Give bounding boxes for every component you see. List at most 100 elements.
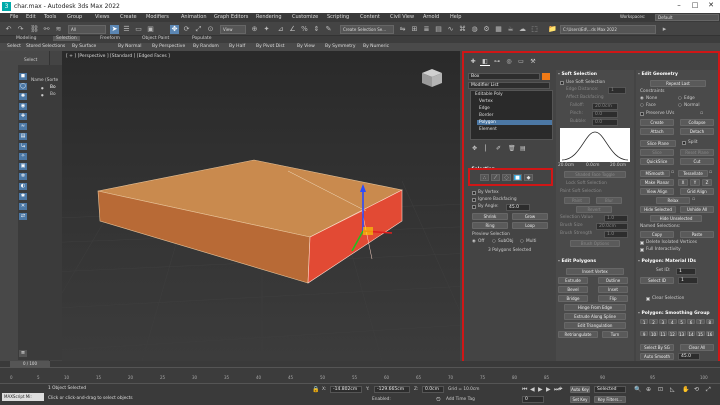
select-object-icon[interactable]: ➤ xyxy=(110,25,119,34)
tab-freeform[interactable]: Freeform xyxy=(100,36,120,41)
scene-item-box[interactable]: Bo xyxy=(50,85,56,90)
z-coordinate-field[interactable]: 0.0cm xyxy=(422,386,444,393)
layer-explorer-icon[interactable]: ≣ xyxy=(422,25,431,34)
preview-off-radio[interactable]: ◉ xyxy=(472,239,476,244)
stack-item-editable-poly[interactable]: Editable Poly xyxy=(475,92,503,97)
menu-file[interactable]: File xyxy=(10,14,18,20)
menu-views[interactable]: Views xyxy=(95,14,109,20)
material-ids-header[interactable]: Polygon: Material IDs xyxy=(636,258,718,265)
create-tab-icon[interactable]: ✚ xyxy=(468,58,478,66)
place-icon[interactable]: ⊙ xyxy=(206,25,215,34)
menu-group[interactable]: Group xyxy=(67,14,82,20)
display-spacewarps-icon[interactable]: ≈ xyxy=(19,123,27,130)
hide-selected-button[interactable]: Hide Selected xyxy=(640,206,676,213)
ribbon-by-surface[interactable]: By Surface xyxy=(72,44,96,49)
delete-isolated-checkbox[interactable] xyxy=(640,241,644,245)
tab-populate[interactable]: Populate xyxy=(192,36,212,41)
display-helpers-icon[interactable]: ✚ xyxy=(19,113,27,120)
perspective-viewport[interactable] xyxy=(62,51,460,361)
display-bones-icon[interactable]: ✧ xyxy=(19,153,27,160)
ring-button[interactable]: Ring xyxy=(472,222,508,229)
remove-modifier-icon[interactable]: 🗑 xyxy=(508,145,516,152)
play-icon[interactable]: ▶ xyxy=(538,386,543,393)
shrink-button[interactable]: Shrink xyxy=(472,213,508,220)
bind-space-warp-icon[interactable]: ≋ xyxy=(54,25,63,34)
select-id-spinner[interactable]: 1 xyxy=(678,277,698,284)
smoothing-group-8-button[interactable]: 8 xyxy=(705,319,714,325)
auto-smooth-spinner[interactable]: 45.0 xyxy=(678,353,700,360)
ribbon-by-symmetry[interactable]: By Symmetry xyxy=(325,44,356,49)
stack-item-border[interactable]: Border xyxy=(479,113,493,118)
constraint-normal-radio[interactable]: ○ xyxy=(678,103,682,108)
set-key-button[interactable]: Set Key xyxy=(570,396,590,403)
bridge-button[interactable]: Bridge xyxy=(558,295,588,302)
menu-animation[interactable]: Animation xyxy=(181,14,207,20)
ribbon-stored-selections[interactable]: Stored Selections xyxy=(26,44,65,49)
use-soft-selection-checkbox[interactable] xyxy=(560,81,564,85)
workspaces-dropdown[interactable]: Default xyxy=(655,14,719,21)
reset-plane-button[interactable]: Reset Plane xyxy=(680,149,714,156)
outline-button[interactable]: Outline xyxy=(598,277,628,284)
render-cloud-icon[interactable]: ☁ xyxy=(518,25,527,34)
smoothing-group-header[interactable]: Polygon: Smoothing Group xyxy=(636,310,718,317)
pin-stack-icon[interactable]: ✥ xyxy=(472,145,477,152)
smoothing-group-7-button[interactable]: 7 xyxy=(696,319,705,325)
stack-item-element[interactable]: Element xyxy=(479,127,497,132)
hierarchy-tab-icon[interactable]: ⊶ xyxy=(492,58,502,66)
attach-button[interactable]: Attach xyxy=(640,128,674,135)
ribbon-by-numeric[interactable]: By Numeric xyxy=(363,44,389,49)
ribbon-by-normal[interactable]: By Normal xyxy=(118,44,141,49)
maxscript-listener[interactable]: MAXScript Mi: xyxy=(2,393,44,401)
visibility-icon[interactable]: ● xyxy=(41,86,44,90)
object-name-field[interactable]: Box xyxy=(468,73,540,80)
grow-button[interactable]: Grow xyxy=(512,213,548,220)
zoom-icon[interactable]: 🔍 xyxy=(634,386,641,393)
flip-button[interactable]: Flip xyxy=(598,295,628,302)
menu-create[interactable]: Create xyxy=(120,14,137,20)
x-coordinate-field[interactable]: -14.802cm xyxy=(330,386,362,393)
lock-selection-icon[interactable]: 🔒 xyxy=(312,386,319,393)
add-time-tag-label[interactable]: Add Time Tag xyxy=(446,397,475,402)
snaps-toggle-icon[interactable]: ⊿ xyxy=(276,25,285,34)
planar-x-button[interactable]: X xyxy=(678,179,688,186)
orbit-icon[interactable]: ⟲ xyxy=(694,386,699,393)
menu-modifiers[interactable]: Modifiers xyxy=(146,14,169,20)
tab-selection[interactable]: Selection xyxy=(53,36,80,41)
split-checkbox[interactable] xyxy=(682,141,686,145)
view-align-button[interactable]: View Align xyxy=(640,188,674,195)
preserve-uvs-settings-icon[interactable]: ▫ xyxy=(700,111,703,116)
show-end-result-icon[interactable]: ⎮ xyxy=(484,145,487,152)
hinge-from-edge-button[interactable]: Hinge From Edge xyxy=(564,304,626,311)
display-lights-icon[interactable]: ✺ xyxy=(19,93,27,100)
link-icon[interactable]: ⛓ xyxy=(30,25,39,34)
falloff-spinner[interactable]: 20.0cm xyxy=(592,103,618,110)
undo-icon[interactable]: ↶ xyxy=(4,25,13,34)
msmooth-settings-icon[interactable]: ▫ xyxy=(671,170,674,175)
inset-button[interactable]: Inset xyxy=(598,286,628,293)
make-planar-button[interactable]: Make Planar xyxy=(640,179,674,186)
project-path-dropdown[interactable]: C:\Users\Ed\...ds Max 2022 xyxy=(560,25,656,34)
extrude-button[interactable]: Extrude xyxy=(558,277,588,284)
msmooth-button[interactable]: MSmooth xyxy=(640,170,670,177)
curve-editor-icon[interactable]: ∿ xyxy=(446,25,455,34)
menu-arnold[interactable]: Arnold xyxy=(423,14,439,20)
stack-item-vertex[interactable]: Vertex xyxy=(479,99,493,104)
material-editor-icon[interactable]: ◍ xyxy=(470,25,479,34)
smoothing-group-6-button[interactable]: 6 xyxy=(686,319,696,325)
smoothing-group-9-button[interactable]: 9 xyxy=(640,330,649,337)
detach-button[interactable]: Detach xyxy=(680,128,714,135)
zoom-all-icon[interactable]: ⊕ xyxy=(646,386,651,393)
preserve-uvs-checkbox[interactable] xyxy=(640,112,644,116)
rendered-frame-icon[interactable]: ▦ xyxy=(494,25,503,34)
a360-gallery-icon[interactable]: ⬚ xyxy=(530,25,539,34)
paint-button[interactable]: Paint xyxy=(564,197,590,204)
ribbon-select[interactable]: Select xyxy=(7,44,21,49)
brush-strength-spinner[interactable]: 1.0 xyxy=(604,231,628,238)
edit-triangulation-button[interactable]: Edit Triangulation xyxy=(564,322,626,329)
ribbon-by-half[interactable]: By Half xyxy=(229,44,245,49)
clear-selection-checkbox[interactable] xyxy=(646,297,650,301)
constraint-none-radio[interactable]: ◉ xyxy=(640,96,644,101)
smoothing-group-5-button[interactable]: 5 xyxy=(677,319,686,325)
selection-value-spinner[interactable]: 1.0 xyxy=(604,215,628,222)
zoom-extents-icon[interactable]: ⊡ xyxy=(658,386,663,393)
